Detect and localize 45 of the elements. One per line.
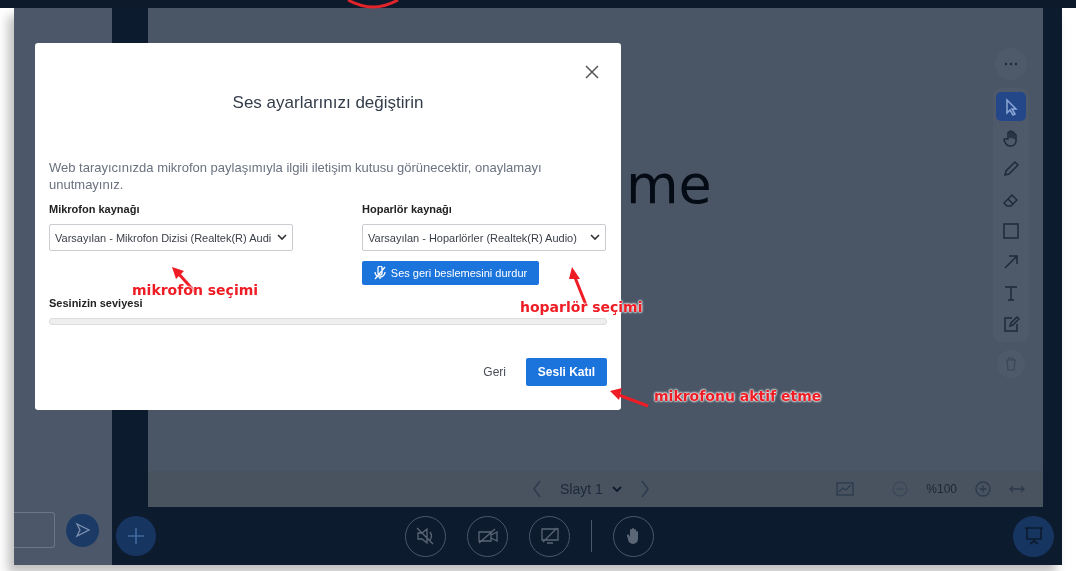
- back-button[interactable]: Geri: [483, 365, 506, 379]
- plus-icon: [127, 527, 145, 545]
- whiteboard-icon[interactable]: [836, 482, 855, 496]
- slide-text: me: [626, 158, 712, 212]
- arrow-icon: [1002, 252, 1020, 271]
- microphone-off-icon: [373, 266, 386, 280]
- message-input-field[interactable]: [14, 512, 55, 548]
- chevron-icon: [611, 485, 622, 493]
- circle-mark: [345, 0, 401, 9]
- square-icon: [1002, 221, 1020, 240]
- camera-off-icon: [476, 528, 499, 544]
- send-button[interactable]: [66, 513, 99, 547]
- annotation-arrow: [608, 386, 650, 408]
- text-icon: [1002, 283, 1020, 302]
- microphone-select[interactable]: Varsayılan - Mikrofon Dizisi (Realtek(R) Audi: [49, 224, 293, 251]
- hand-icon: [1002, 128, 1020, 147]
- speaker-muted-icon: [415, 527, 436, 545]
- more-options-button[interactable]: [995, 48, 1027, 80]
- presentation-icon: [1023, 527, 1044, 545]
- dialog-title: Ses ayarlarınızı değiştirin: [231, 93, 425, 113]
- chevron-icon: [590, 234, 600, 241]
- field-label: Hoparlör kaynağı: [362, 203, 453, 215]
- fit-width-icon[interactable]: [1009, 485, 1025, 493]
- more-icon: [1004, 62, 1018, 66]
- edit-icon: [1002, 314, 1020, 333]
- presentation-button[interactable]: [1013, 515, 1054, 557]
- select-tool-button[interactable]: [996, 92, 1026, 121]
- annotation-label: mikrofon seçimi: [132, 282, 259, 298]
- close-icon: [585, 65, 599, 79]
- field-label: Mikrofon kaynağı: [49, 203, 141, 215]
- close-button[interactable]: [585, 65, 599, 79]
- speaker-select[interactable]: Varsayılan - Hoparlörler (Realtek(R) Audio): [362, 224, 606, 251]
- zoom-in-icon[interactable]: [975, 481, 991, 497]
- send-icon: [74, 522, 91, 538]
- stop-feedback-button[interactable]: Ses geri beslemesini durdur: [362, 261, 539, 285]
- screen-off-icon: [539, 527, 560, 545]
- annotation-label: mikrofonu aktif etme: [654, 388, 822, 404]
- join-audio-button[interactable]: Sesli Katıl: [526, 358, 607, 386]
- previous-slide-icon[interactable]: [532, 480, 542, 498]
- dialog-message: Web tarayıcınızda mikrofon paylaşımıyla ilgili iletişim kutusu görünecektir, onaylamayı unutmayınız.: [49, 159, 543, 193]
- pencil-icon: [1002, 159, 1020, 178]
- add-button[interactable]: [116, 516, 156, 556]
- next-slide-icon[interactable]: [639, 480, 650, 498]
- volume-label: Sesinizin seviyesi: [49, 297, 143, 309]
- chevron-icon: [277, 234, 287, 241]
